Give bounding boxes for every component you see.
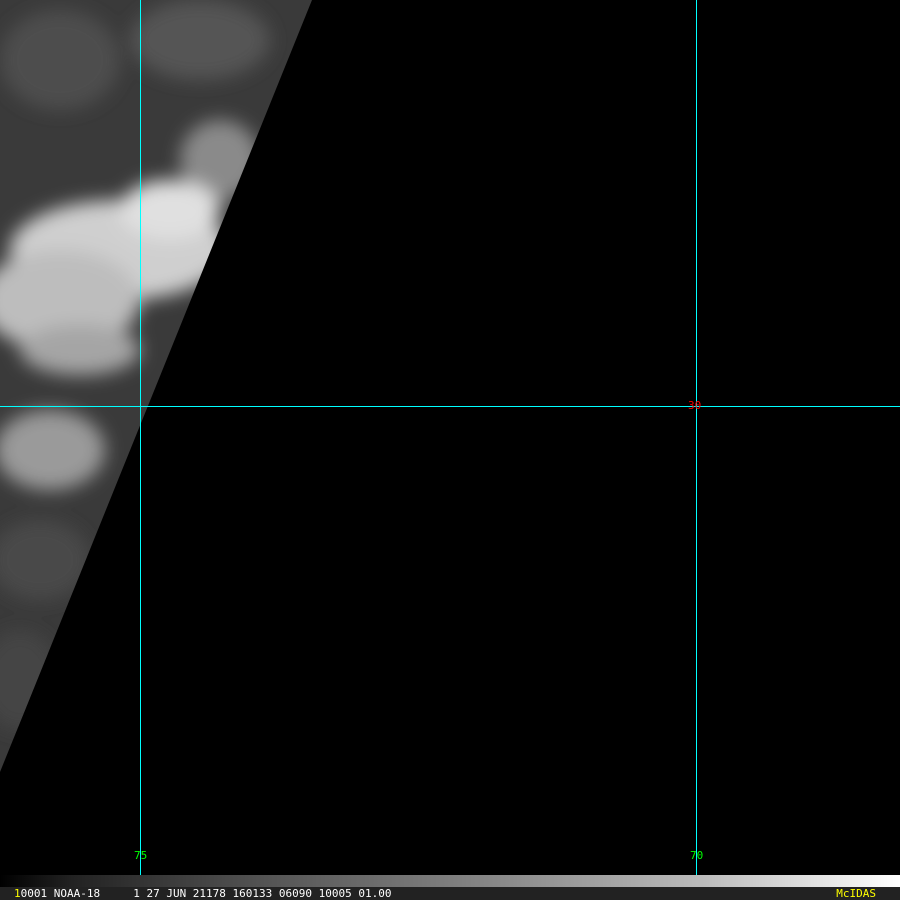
satellite-image-viewer: 30 75 70 1 0001 NOAA-18 1 27 JUN 21178 1… bbox=[0, 0, 900, 900]
grayscale-calibration-bar bbox=[0, 875, 900, 887]
mcidas-brand: McIDAS bbox=[836, 887, 876, 900]
satellite-swath bbox=[0, 0, 312, 772]
latitude-label-30: 30 bbox=[688, 399, 702, 412]
satellite-imagery bbox=[0, 0, 900, 887]
image-info-text: 0001 NOAA-18 1 27 JUN 21178 160133 06090… bbox=[20, 887, 392, 900]
image-info-bar: 1 0001 NOAA-18 1 27 JUN 21178 160133 060… bbox=[0, 887, 900, 900]
frame-number: 1 bbox=[14, 887, 21, 900]
longitude-label-70: 70 bbox=[690, 849, 704, 862]
longitude-label-75: 75 bbox=[134, 849, 148, 862]
